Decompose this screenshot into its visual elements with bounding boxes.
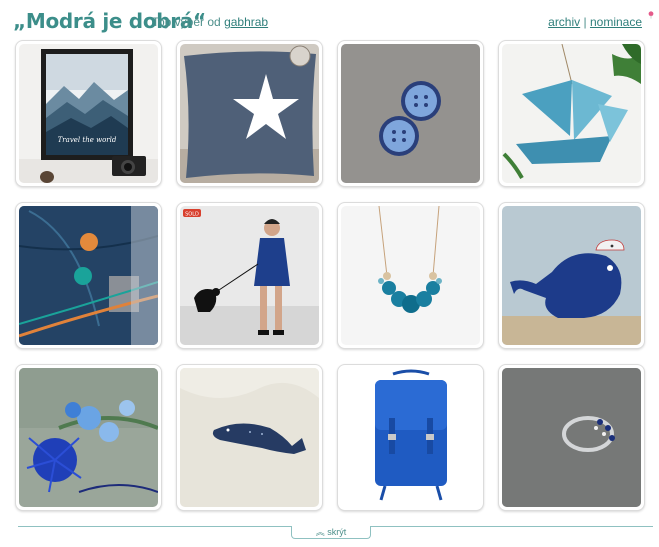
product-tile-whale-brooch[interactable] <box>176 364 323 511</box>
product-tile-felt-bead-necklace[interactable] <box>337 202 484 349</box>
archive-link[interactable]: archiv <box>548 15 580 29</box>
product-tile-denim-fabric[interactable] <box>15 202 162 349</box>
product-image <box>341 368 480 507</box>
product-image: Travel the world <box>19 44 158 183</box>
product-image <box>19 206 158 345</box>
product-image <box>341 44 480 183</box>
product-tile-blue-backpack[interactable] <box>337 364 484 511</box>
subtitle-prefix: Top výběr od <box>152 15 221 29</box>
nominate-link[interactable]: nominace <box>590 15 642 29</box>
hide-label: skrýt <box>327 527 347 537</box>
hide-toggle-button[interactable]: ︽ skrýt <box>291 526 371 539</box>
double-chevron-up-icon: ︽ <box>315 527 325 537</box>
product-tile-mountain-poster[interactable]: Travel the world <box>15 40 162 187</box>
product-tile-silver-ring[interactable] <box>498 364 645 511</box>
product-tile-ceramic-whale[interactable] <box>498 202 645 349</box>
product-image <box>341 206 480 345</box>
product-image <box>502 206 641 345</box>
header: „Modrá je dobrá“ Top výběr od gabhrab ar… <box>0 0 659 40</box>
product-image <box>180 368 319 507</box>
product-image <box>502 44 641 183</box>
product-image: SOLD <box>180 206 319 345</box>
product-image <box>19 368 158 507</box>
curator-link[interactable]: gabhrab <box>224 15 268 29</box>
sold-badge: SOLD <box>185 212 199 218</box>
subtitle: Top výběr od gabhrab <box>152 15 268 29</box>
product-tile-blue-buttons[interactable] <box>337 40 484 187</box>
nav-separator: | <box>583 15 587 29</box>
pin-icon <box>648 11 654 19</box>
product-tile-ceramic-boats[interactable] <box>498 40 645 187</box>
product-tile-star-pillow[interactable] <box>176 40 323 187</box>
product-image <box>180 44 319 183</box>
product-tile-blue-flowers[interactable] <box>15 364 162 511</box>
product-tile-woman-blue-dress[interactable]: SOLD <box>176 202 323 349</box>
header-nav: archiv | nominace <box>548 15 642 29</box>
product-image <box>502 368 641 507</box>
poster-text: Travel the world <box>58 136 117 144</box>
